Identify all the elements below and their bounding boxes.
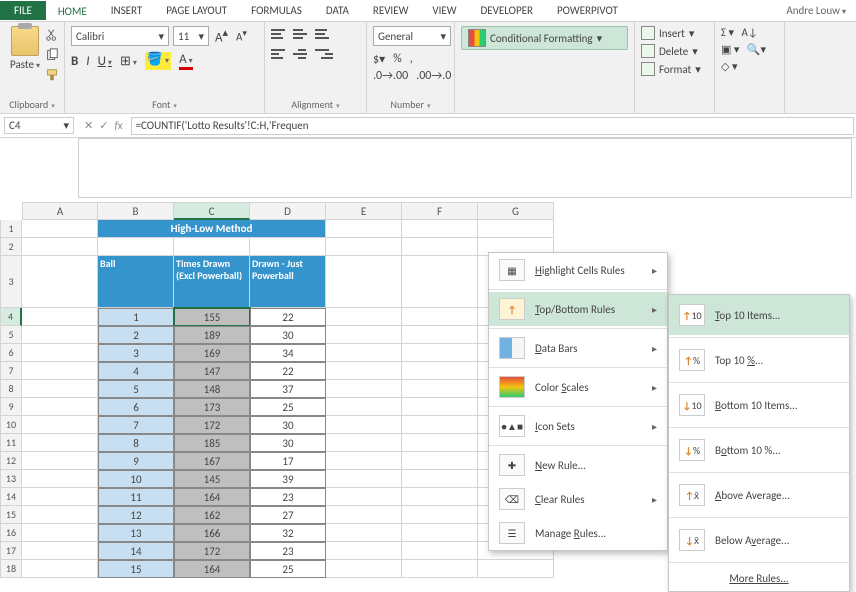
bold-button[interactable]: B bbox=[71, 54, 78, 69]
delete-cells-button[interactable]: Delete ▾ bbox=[641, 44, 708, 58]
tb-top10-items[interactable]: ↑10Top 10 Items... bbox=[669, 295, 849, 335]
cf-top-bottom-rules[interactable]: Top/Bottom Rules bbox=[489, 292, 667, 326]
align-center[interactable] bbox=[293, 46, 311, 62]
paste-icon bbox=[11, 26, 39, 56]
cf-color-scales[interactable]: Color Scales bbox=[489, 370, 667, 404]
conditional-formatting-button[interactable]: Conditional Formatting▾ bbox=[461, 26, 628, 50]
align-bot[interactable] bbox=[315, 26, 333, 42]
top-bottom-submenu: ↑10Top 10 Items... ↑%Top 10 %... ↓10Bott… bbox=[668, 294, 850, 592]
format-cells-button[interactable]: Format ▾ bbox=[641, 62, 708, 76]
group-clipboard: Paste Clipboard bbox=[0, 22, 65, 113]
col-header-D[interactable]: D bbox=[250, 202, 326, 220]
tb-above-average[interactable]: ↑x̄Above Average... bbox=[669, 475, 849, 515]
group-styles: Conditional Formatting▾ bbox=[455, 22, 635, 113]
cf-highlight-rules[interactable]: ▦Highlight Cells Rules bbox=[489, 253, 667, 287]
fill-color-button[interactable]: 🪣 bbox=[145, 52, 171, 70]
group-cells: Insert ▾ Delete ▾ Format ▾ bbox=[635, 22, 715, 113]
fill-button[interactable]: ▣ ▾ 🔍▾ bbox=[721, 43, 778, 56]
align-top[interactable] bbox=[271, 26, 289, 42]
col-header-B[interactable]: B bbox=[98, 202, 174, 220]
font-size-select[interactable]: 11▾ bbox=[173, 26, 209, 46]
percent-button[interactable]: % bbox=[393, 52, 402, 67]
cf-icon-sets[interactable]: ●▲■Icon Sets bbox=[489, 409, 667, 443]
copy-icon[interactable] bbox=[44, 48, 60, 62]
clear-button[interactable]: ◇ ▾ bbox=[721, 60, 778, 73]
grow-font-icon[interactable]: A▴ bbox=[213, 26, 230, 45]
shrink-font-icon[interactable]: A▾ bbox=[234, 28, 249, 44]
tab-formulas[interactable]: FORMULAS bbox=[239, 1, 314, 20]
group-font: Calibri▾ 11▾ A▴ A▾ B I U ⊞ 🪣 A Font bbox=[65, 22, 265, 113]
col-header-E[interactable]: E bbox=[326, 202, 402, 220]
number-format-select[interactable]: General▾ bbox=[373, 26, 451, 46]
autosum-button[interactable]: Σ ▾ A↓ bbox=[721, 26, 778, 39]
cf-new-rule[interactable]: ✚New Rule... bbox=[489, 448, 667, 482]
paste-button[interactable]: Paste bbox=[6, 26, 44, 71]
font-color-button[interactable]: A bbox=[179, 52, 193, 70]
col-header-G[interactable]: G bbox=[478, 202, 554, 220]
tab-file[interactable]: FILE bbox=[0, 1, 46, 20]
tab-developer[interactable]: DEVELOPER bbox=[469, 1, 545, 20]
inc-decimal-button[interactable]: .0→.00 bbox=[373, 69, 408, 83]
tab-view[interactable]: VIEW bbox=[420, 1, 468, 20]
align-right[interactable] bbox=[315, 46, 333, 62]
conditional-formatting-icon bbox=[468, 29, 486, 47]
tb-bottom10-percent[interactable]: ↓%Bottom 10 %... bbox=[669, 430, 849, 470]
group-label-number: Number bbox=[373, 96, 448, 111]
conditional-formatting-menu: ▦Highlight Cells Rules Top/Bottom Rules … bbox=[488, 252, 668, 551]
cf-manage-rules[interactable]: ☰Manage Rules... bbox=[489, 516, 667, 550]
underline-button[interactable]: U bbox=[98, 54, 112, 69]
fx-icon[interactable]: fx bbox=[114, 119, 122, 132]
paste-label: Paste bbox=[10, 58, 40, 71]
tab-review[interactable]: REVIEW bbox=[361, 1, 421, 20]
tab-powerpivot[interactable]: POWERPIVOT bbox=[545, 1, 630, 20]
formula-input[interactable]: =COUNTIF('Lotto Results'!C:H,'Frequen bbox=[131, 117, 854, 135]
ribbon-tabs: FILE HOME INSERT PAGE LAYOUT FORMULAS DA… bbox=[0, 0, 856, 22]
comma-button[interactable]: , bbox=[410, 52, 413, 67]
group-label-font: Font bbox=[71, 96, 258, 111]
tab-insert[interactable]: INSERT bbox=[99, 1, 155, 20]
formula-bar: C4▾ ✕ ✓ fx =COUNTIF('Lotto Results'!C:H,… bbox=[0, 114, 856, 138]
cut-icon[interactable] bbox=[44, 28, 60, 42]
format-painter-icon[interactable] bbox=[44, 68, 60, 82]
group-label-alignment: Alignment bbox=[271, 96, 360, 111]
name-box[interactable]: C4▾ bbox=[4, 117, 74, 134]
tb-below-average[interactable]: ↓x̄Below Average... bbox=[669, 520, 849, 560]
tb-top10-percent[interactable]: ↑%Top 10 %... bbox=[669, 340, 849, 380]
enter-formula-icon[interactable]: ✓ bbox=[99, 119, 108, 132]
col-header-C[interactable]: C bbox=[174, 202, 250, 220]
group-editing: Σ ▾ A↓ ▣ ▾ 🔍▾ ◇ ▾ bbox=[715, 22, 785, 113]
tab-home[interactable]: HOME bbox=[46, 1, 99, 21]
tb-bottom10-items[interactable]: ↓10Bottom 10 Items... bbox=[669, 385, 849, 425]
worksheet: ABCDEFG 1High-Low Method23BallTimes Draw… bbox=[0, 202, 856, 578]
col-header-A[interactable]: A bbox=[22, 202, 98, 220]
cf-data-bars[interactable]: Data Bars bbox=[489, 331, 667, 365]
border-button[interactable]: ⊞ bbox=[120, 54, 137, 69]
insert-cells-button[interactable]: Insert ▾ bbox=[641, 26, 708, 40]
align-left[interactable] bbox=[271, 46, 289, 62]
cf-clear-rules[interactable]: ⌫Clear Rules bbox=[489, 482, 667, 516]
tab-data[interactable]: DATA bbox=[314, 1, 361, 20]
formula-bar-expanded[interactable] bbox=[78, 138, 852, 198]
dec-decimal-button[interactable]: .00→.0 bbox=[416, 69, 451, 83]
user-menu[interactable]: Andre Louw bbox=[786, 4, 856, 17]
group-label-clipboard: Clipboard bbox=[6, 96, 58, 111]
group-number: General▾ $▾ % , .0→.00 .00→.0 Number bbox=[367, 22, 455, 113]
column-headers[interactable]: ABCDEFG bbox=[22, 202, 856, 220]
col-header-F[interactable]: F bbox=[402, 202, 478, 220]
italic-button[interactable]: I bbox=[86, 54, 89, 69]
accounting-button[interactable]: $▾ bbox=[373, 52, 385, 67]
ribbon: Paste Clipboard Calibri▾ 11▾ A▴ A▾ B I U… bbox=[0, 22, 856, 114]
font-name-select[interactable]: Calibri▾ bbox=[71, 26, 169, 46]
group-alignment: Alignment bbox=[265, 22, 367, 113]
cancel-formula-icon[interactable]: ✕ bbox=[84, 119, 93, 132]
align-mid[interactable] bbox=[293, 26, 311, 42]
tab-page-layout[interactable]: PAGE LAYOUT bbox=[154, 1, 239, 20]
tb-more-rules[interactable]: More Rules... bbox=[669, 565, 849, 591]
